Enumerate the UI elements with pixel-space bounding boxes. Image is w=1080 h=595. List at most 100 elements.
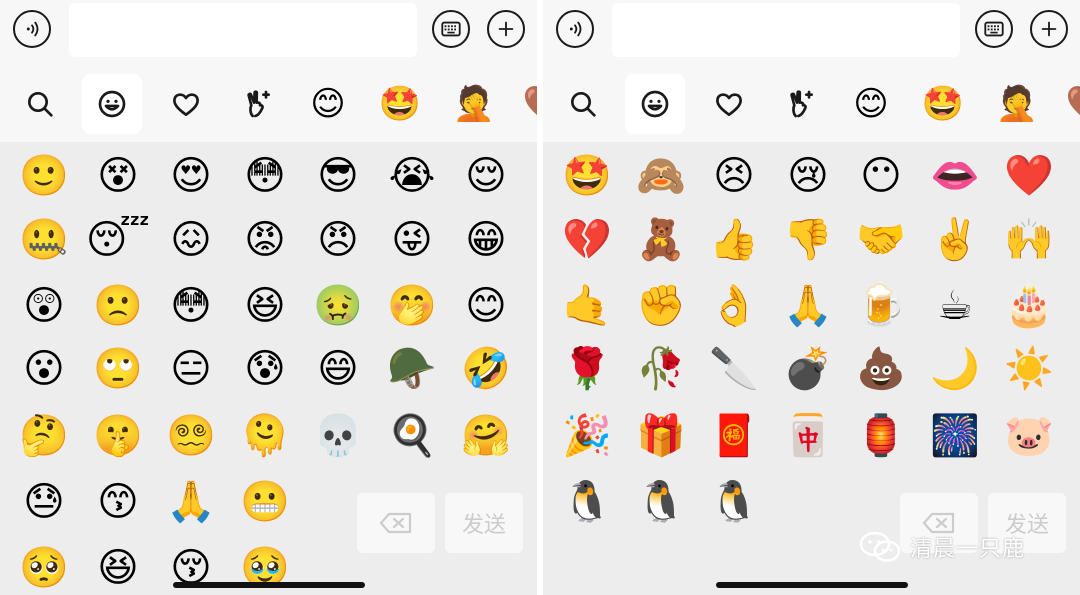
emoji-item[interactable]: 😢: [772, 146, 844, 206]
emoji-item[interactable]: 😎: [302, 146, 374, 206]
tab-smiley[interactable]: [625, 74, 685, 134]
tab-partial-sticker[interactable]: 🤎: [514, 74, 537, 134]
message-input[interactable]: [612, 3, 960, 57]
backspace-button[interactable]: [357, 493, 435, 553]
voice-button[interactable]: [556, 10, 594, 48]
emoji-item[interactable]: 😭: [376, 146, 448, 206]
emoji-item[interactable]: 😖: [155, 210, 227, 270]
tab-facepalm-sticker[interactable]: 🤦: [987, 74, 1047, 134]
emoji-item[interactable]: 😣: [698, 146, 770, 206]
emoji-item[interactable]: 🏮: [845, 406, 917, 466]
emoji-item[interactable]: 🤗: [450, 406, 522, 466]
emoji-item[interactable]: 🌹: [551, 339, 623, 399]
emoji-item[interactable]: 😡: [229, 210, 301, 270]
emoji-item[interactable]: 😊: [450, 276, 522, 336]
emoji-item[interactable]: 🎉: [551, 406, 623, 466]
emoji-item[interactable]: 🌙: [919, 339, 991, 399]
emoji-item[interactable]: 🤐: [8, 210, 80, 270]
send-button[interactable]: 发送: [445, 493, 523, 553]
tab-heart[interactable]: [156, 74, 216, 134]
emoji-item[interactable]: 🙂: [8, 146, 80, 206]
emoji-item[interactable]: 🎂: [993, 276, 1065, 336]
emoji-item[interactable]: 😑: [155, 339, 227, 399]
emoji-item[interactable]: 🐧: [625, 472, 697, 532]
emoji-item[interactable]: 👎: [772, 210, 844, 270]
emoji-item[interactable]: 🙏: [772, 276, 844, 336]
tab-facepalm-sticker[interactable]: 🤦: [444, 74, 504, 134]
emoji-item[interactable]: ❤️: [993, 146, 1065, 206]
emoji-item[interactable]: 👌: [698, 276, 770, 336]
emoji-item[interactable]: 😍: [155, 146, 227, 206]
emoji-item[interactable]: 🤫: [82, 406, 154, 466]
tab-hand-gesture[interactable]: [228, 74, 288, 134]
emoji-item[interactable]: 😙: [82, 472, 154, 532]
emoji-item[interactable]: 💀: [302, 406, 374, 466]
emoji-item[interactable]: ✊: [625, 276, 697, 336]
more-button[interactable]: [487, 10, 525, 48]
emoji-item[interactable]: 😳: [229, 146, 301, 206]
emoji-item[interactable]: 😰: [229, 339, 301, 399]
emoji-item[interactable]: 😆: [82, 538, 154, 595]
emoji-item[interactable]: 🤙: [551, 276, 623, 336]
emoji-item[interactable]: 🐧: [551, 472, 623, 532]
emoji-item[interactable]: ☕: [919, 276, 991, 336]
emoji-item[interactable]: 😬: [229, 472, 301, 532]
tab-search[interactable]: [10, 74, 70, 134]
emoji-item[interactable]: 💔: [551, 210, 623, 270]
tab-smile-sticker[interactable]: 😊: [841, 74, 901, 134]
emoji-item[interactable]: 😁: [450, 210, 522, 270]
emoji-item[interactable]: 🤩: [551, 146, 623, 206]
emoji-item[interactable]: 🍳: [376, 406, 448, 466]
emoji-item[interactable]: 🥺: [8, 538, 80, 595]
emoji-item[interactable]: ☀️: [993, 339, 1065, 399]
emoji-item[interactable]: 🪖: [376, 339, 448, 399]
emoji-item[interactable]: ✌️: [919, 210, 991, 270]
emoji-item[interactable]: 🧧: [698, 406, 770, 466]
emoji-item[interactable]: 😵‍💫: [155, 406, 227, 466]
emoji-item[interactable]: 😄: [302, 339, 374, 399]
emoji-item[interactable]: 😓: [8, 472, 80, 532]
emoji-item[interactable]: 🤭: [376, 276, 448, 336]
emoji-item[interactable]: 😳: [155, 276, 227, 336]
emoji-item[interactable]: 🤝: [845, 210, 917, 270]
message-input[interactable]: [69, 3, 417, 57]
voice-button[interactable]: [13, 10, 51, 48]
emoji-item[interactable]: 🙁: [82, 276, 154, 336]
emoji-item[interactable]: 🧸: [625, 210, 697, 270]
keyboard-button[interactable]: [432, 10, 470, 48]
tab-smiley[interactable]: [82, 74, 142, 134]
emoji-item[interactable]: 😵: [82, 146, 154, 206]
keyboard-button[interactable]: [975, 10, 1013, 48]
emoji-item[interactable]: 🤔: [8, 406, 80, 466]
emoji-item[interactable]: 🫠: [229, 406, 301, 466]
emoji-item[interactable]: 🙄: [82, 339, 154, 399]
emoji-item[interactable]: 🍺: [845, 276, 917, 336]
emoji-item[interactable]: 😜: [376, 210, 448, 270]
tab-partial-sticker[interactable]: 🤎: [1057, 74, 1080, 134]
emoji-item[interactable]: 👍: [698, 210, 770, 270]
emoji-item[interactable]: 🀄: [772, 406, 844, 466]
emoji-item[interactable]: 🤢: [302, 276, 374, 336]
tab-star-eyes-sticker[interactable]: 🤩: [913, 74, 973, 134]
emoji-item[interactable]: 💩: [845, 339, 917, 399]
tab-smile-sticker[interactable]: 😊: [298, 74, 358, 134]
emoji-item[interactable]: 🐧: [698, 472, 770, 532]
emoji-item[interactable]: 😲: [8, 276, 80, 336]
more-button[interactable]: [1030, 10, 1068, 48]
emoji-item[interactable]: 😌: [450, 146, 522, 206]
tab-heart[interactable]: [699, 74, 759, 134]
emoji-item[interactable]: 🤣: [450, 339, 522, 399]
emoji-item[interactable]: 🙏: [155, 472, 227, 532]
emoji-item[interactable]: 🎆: [919, 406, 991, 466]
emoji-item[interactable]: 🙌: [993, 210, 1065, 270]
emoji-item[interactable]: 💣: [772, 339, 844, 399]
emoji-item[interactable]: 😴: [82, 210, 154, 270]
emoji-item[interactable]: 😶: [845, 146, 917, 206]
emoji-item[interactable]: 👄: [919, 146, 991, 206]
emoji-item[interactable]: 🐷: [993, 406, 1065, 466]
emoji-item[interactable]: 🥀: [625, 339, 697, 399]
emoji-item[interactable]: 😠: [302, 210, 374, 270]
emoji-item[interactable]: 🎁: [625, 406, 697, 466]
emoji-item[interactable]: 😆: [229, 276, 301, 336]
emoji-item[interactable]: 😮: [8, 339, 80, 399]
